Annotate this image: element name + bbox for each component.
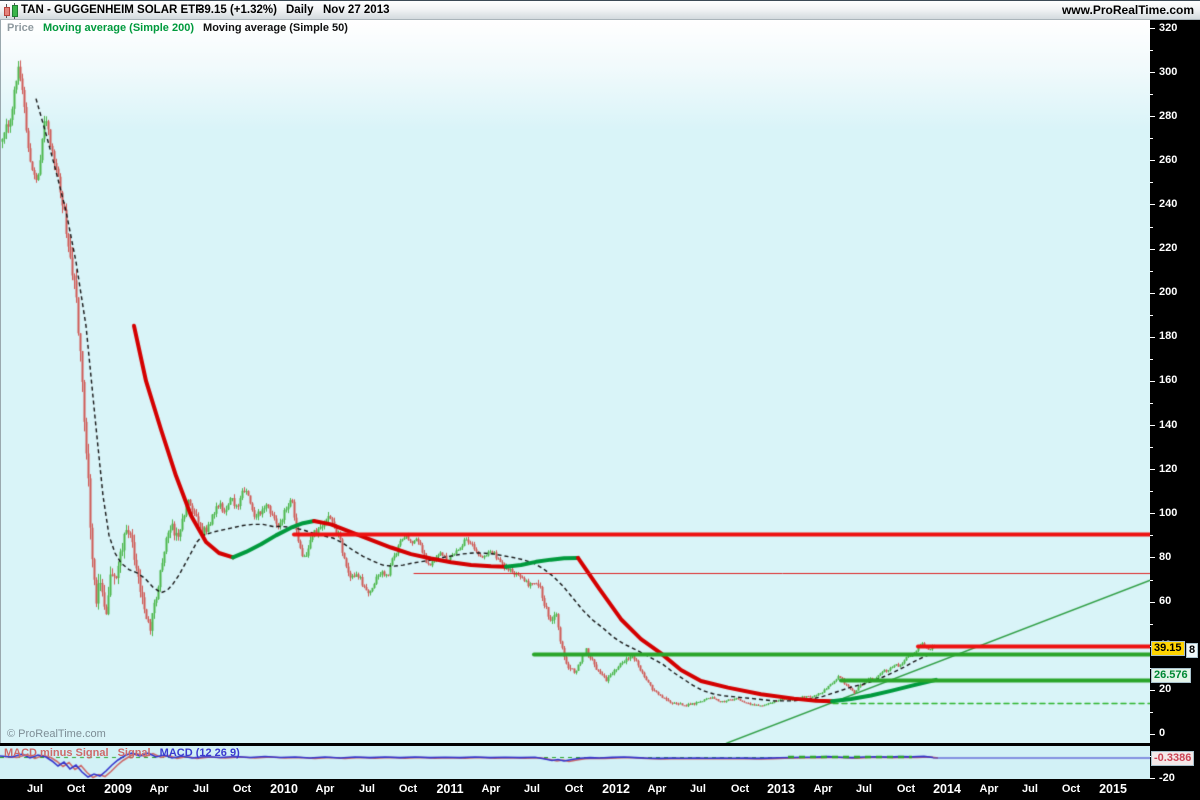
price-axis-tick [1150,491,1153,492]
macd-value-tag: -0.3386 [1151,751,1194,766]
x-axis-label: Apr [980,783,999,795]
price-axis-label: 140 [1159,419,1177,431]
x-axis-label: Jul [690,783,706,795]
x-axis-label: 2013 [767,782,795,796]
price-axis-tick [1150,624,1153,625]
x-axis-label: Oct [1062,783,1080,795]
price-axis-label: 20 [1159,683,1171,695]
ma50-value-tag: 8 [1186,643,1198,658]
legend-price[interactable]: Price [7,22,34,34]
price-axis-tick [1150,94,1153,95]
price-axis-tick [1150,359,1153,360]
price-axis-label: 320 [1159,22,1177,34]
macd-canvas[interactable] [0,746,1150,779]
x-axis-label: Jul [1022,783,1038,795]
x-axis-label: 2015 [1099,782,1127,796]
x-axis-label: Oct [399,783,417,795]
price-axis-label: -20 [1159,772,1175,784]
price-axis-label: 120 [1159,463,1177,475]
price-axis-label: 100 [1159,507,1177,519]
price-axis-label: 260 [1159,154,1177,166]
price-axis-tick [1150,403,1153,404]
price-axis-tick [1150,160,1155,161]
x-axis-label: Apr [648,783,667,795]
x-axis-label: Apr [814,783,833,795]
x-axis-label: Jul [856,783,872,795]
prorealtime-chart-window: TAN - GUGGENHEIM SOLAR ETF 39.15 (+1.32%… [0,0,1200,800]
price-axis-tick [1150,690,1155,691]
price-axis-tick [1150,28,1155,29]
last-price-tag: 39.15 [1151,641,1185,656]
price-axis-tick [1150,712,1153,713]
price-axis-label: 280 [1159,110,1177,122]
x-axis-label: Oct [731,783,749,795]
price-axis-tick [1150,204,1155,205]
legend-ma200[interactable]: Moving average (Simple 200) [43,22,194,34]
x-axis-label: Jul [193,783,209,795]
x-axis-label: Apr [150,783,169,795]
x-axis-label: Oct [67,783,85,795]
price-axis-tick [1150,116,1155,117]
x-axis-label: Jul [524,783,540,795]
x-axis-label: Apr [482,783,501,795]
x-axis-label: 2009 [104,782,132,796]
price-axis-tick [1150,182,1153,183]
date-label: Nov 27 2013 [323,4,390,16]
x-axis-label: Oct [897,783,915,795]
x-axis-label: Jul [359,783,375,795]
x-axis-label: Apr [316,783,335,795]
price-axis-label: 160 [1159,374,1177,386]
prorealtime-watermark: © ProRealTime.com [7,728,106,740]
price-axis-tick [1150,72,1155,73]
price-axis-label: 220 [1159,242,1177,254]
last-quote: 39.15 (+1.32%) [198,4,277,16]
x-axis-label: 2011 [436,782,463,796]
price-axis-tick [1150,447,1153,448]
price-axis-tick [1150,249,1155,250]
macd-panel[interactable]: MACD minus Signal Signal MACD (12 26 9) [0,746,1150,779]
price-axis-tick [1150,535,1153,536]
x-axis-label: Oct [233,783,251,795]
price-axis-tick [1150,381,1155,382]
price-axis-tick [1150,469,1155,470]
title-bar: TAN - GUGGENHEIM SOLAR ETF 39.15 (+1.32%… [0,0,1200,20]
time-axis[interactable]: Jul Oct 2009 Apr Jul Oct 2010 Apr Jul Oct 2011 Apr J… [0,779,1200,800]
price-axis-tick [1150,778,1155,779]
symbol-title: TAN - GUGGENHEIM SOLAR ETF [21,4,202,16]
price-axis-tick [1150,602,1155,603]
price-axis-tick [1150,315,1153,316]
price-axis-tick [1150,50,1153,51]
price-axis-label: 200 [1159,286,1177,298]
price-axis-label: 240 [1159,198,1177,210]
x-axis-label: Jul [27,783,43,795]
price-axis-tick [1150,580,1153,581]
x-axis-label: 2010 [270,782,298,796]
main-chart-canvas[interactable] [1,20,1151,743]
price-axis-tick [1150,138,1153,139]
price-chart-area[interactable]: Price Moving average (Simple 200) Moving… [0,20,1150,743]
x-axis-label: 2014 [933,782,961,796]
indicator-legend: Price Moving average (Simple 200) Moving… [7,22,348,34]
price-axis-label: 0 [1159,727,1165,739]
price-axis-tick [1150,734,1155,735]
price-axis-tick [1150,227,1153,228]
timeframe-label: Daily [286,4,314,16]
price-axis-label: 80 [1159,551,1171,563]
price-axis-label: 60 [1159,595,1171,607]
price-axis-label: 300 [1159,66,1177,78]
price-axis-label: 180 [1159,330,1177,342]
price-axis-tick [1150,293,1155,294]
price-axis[interactable]: 8 39.15 26.576 -0.3386 320 300 280 260 240 22… [1150,20,1200,780]
price-axis-tick [1150,337,1155,338]
legend-ma50[interactable]: Moving average (Simple 50) [203,22,348,34]
prorealtime-website-link[interactable]: www.ProRealTime.com [1062,3,1194,17]
candlestick-icon [4,3,18,19]
ma200-value-tag: 26.576 [1151,668,1191,683]
price-axis-tick [1150,513,1155,514]
x-axis-label: Oct [565,783,583,795]
x-axis-label: 2012 [602,782,630,796]
price-axis-tick [1150,271,1153,272]
price-axis-tick [1150,425,1155,426]
price-axis-tick [1150,557,1155,558]
